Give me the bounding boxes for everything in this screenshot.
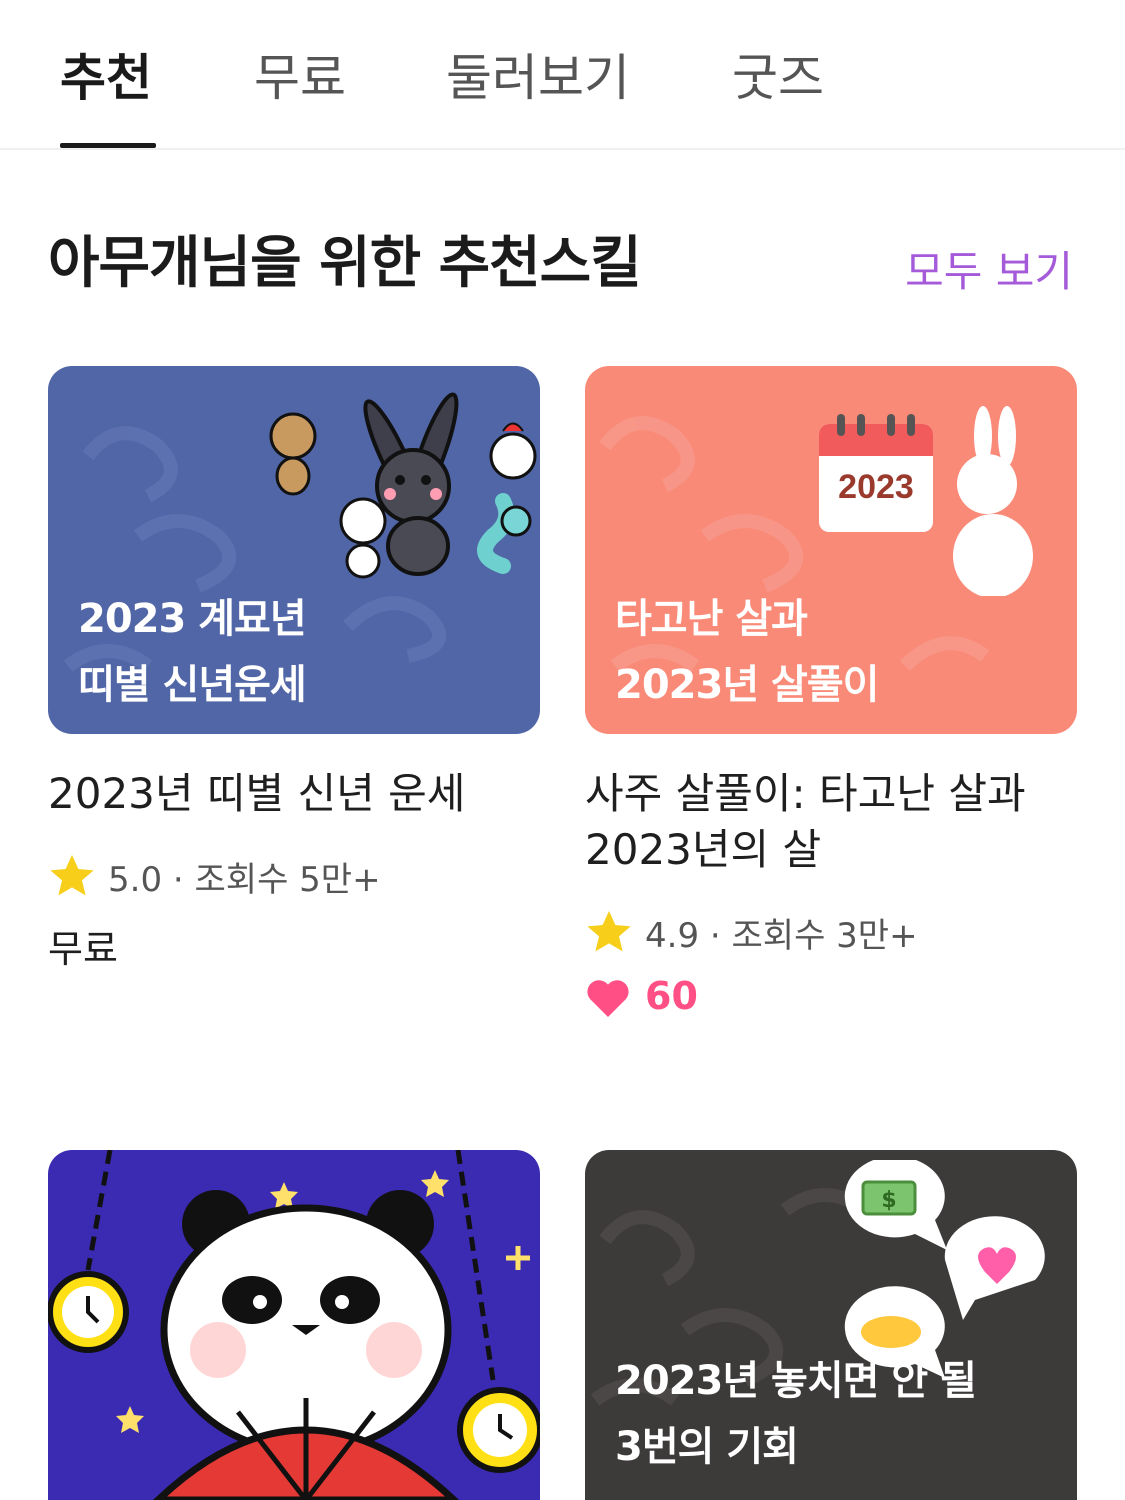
card-meta: 5.0 · 조회수 5만+	[48, 852, 381, 901]
rating-value: 5.0	[108, 860, 163, 900]
likes-value: 60	[645, 974, 698, 1018]
card-image-line-2: 3번의 기회	[615, 1424, 799, 1470]
card-image-zodiac-fortune[interactable]: 2023 계묘년 띠별 신년운세	[48, 366, 540, 734]
heart-icon	[587, 980, 629, 1017]
see-all-link[interactable]: 모두 보기	[905, 238, 1073, 299]
star-icon	[50, 855, 94, 896]
card-image-salpuri[interactable]: 2023 타고난 살과 2023년 살풀이	[585, 366, 1077, 734]
card-image-line-2: 띠별 신년운세	[78, 662, 307, 708]
tab-recommend[interactable]: 추천	[60, 38, 152, 110]
svg-text:$: $	[881, 1188, 896, 1213]
card-image-line-1: 타고난 살과	[615, 596, 808, 642]
star-icon	[587, 911, 631, 952]
view-count: · 조회수 3만+	[709, 916, 918, 956]
handshake-emoji-icon	[861, 1316, 921, 1348]
price-label: 무료	[48, 927, 118, 971]
calendar-year: 2023	[838, 468, 914, 506]
top-tab-bar: 추천 무료 둘러보기 굿즈	[0, 0, 1125, 150]
view-count: · 조회수 5만+	[172, 860, 381, 900]
card-meta: 4.9 · 조회수 3만+	[585, 908, 918, 957]
section-title: 아무개님을 위한 추천스킬	[48, 231, 642, 296]
speech-bubbles-illustration: $	[844, 1160, 1045, 1378]
card-image-line-2: 2023년 살풀이	[615, 662, 879, 708]
tab-browse[interactable]: 둘러보기	[446, 38, 630, 110]
card-title[interactable]: 2023년 띠별 신년 운세	[48, 766, 465, 822]
tab-goods[interactable]: 굿즈	[732, 38, 824, 110]
card-title-line-2[interactable]: 2023년의 살	[585, 822, 821, 878]
panda-illustration	[48, 1150, 540, 1500]
calendar-rabbit-illustration: 2023	[819, 406, 1033, 596]
card-image-line-1: 2023 계묘년	[78, 596, 307, 642]
tab-free[interactable]: 무료	[254, 38, 346, 110]
card-image-panda[interactable]	[48, 1150, 540, 1500]
likes-count: 60	[585, 974, 698, 1018]
card-image-opportunities[interactable]: $ 2023년 놓치면 안 될 3번의 기회	[585, 1150, 1077, 1500]
zodiac-animals-illustration	[269, 392, 537, 579]
rating-value: 4.9	[645, 916, 700, 956]
card-title-line-1[interactable]: 사주 살풀이: 타고난 살과	[585, 766, 1026, 822]
active-tab-indicator	[60, 143, 156, 148]
card-image-line-1: 2023년 놓치면 안 될	[615, 1358, 977, 1404]
